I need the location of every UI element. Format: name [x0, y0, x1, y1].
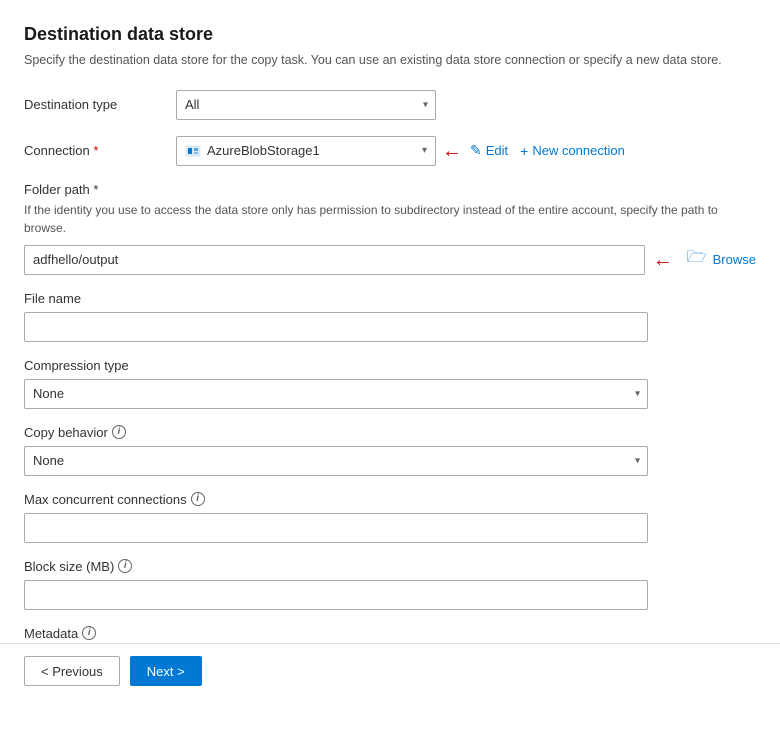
max-concurrent-info-icon: i [191, 492, 205, 506]
file-name-input[interactable] [24, 312, 648, 342]
connection-row: Connection * AzureBlobStorage1 ▾ ← [24, 136, 756, 166]
browse-folder-icon: 🗁 [687, 246, 707, 273]
block-size-info-icon: i [118, 559, 132, 573]
footer: < Previous Next > [0, 643, 780, 698]
folder-path-arrow-indicator: ← [653, 250, 673, 270]
metadata-info-icon: i [82, 626, 96, 640]
previous-button[interactable]: < Previous [24, 656, 120, 686]
blob-storage-icon [185, 143, 201, 159]
new-connection-button[interactable]: + New connection [520, 143, 625, 159]
folder-path-row: ← 🗁 Browse [24, 245, 756, 275]
previous-label: < Previous [41, 664, 103, 679]
connection-arrow-indicator: ← [442, 141, 462, 161]
folder-path-required-marker: * [90, 182, 99, 197]
edit-button[interactable]: ✎ Edit [470, 142, 508, 159]
max-concurrent-connections-label: Max concurrent connections i [24, 492, 756, 507]
folder-path-section: Folder path * If the identity you use to… [24, 182, 756, 275]
file-name-label: File name [24, 291, 756, 306]
copy-behavior-select-wrapper: None FlattenHierarchy MergeFiles Preserv… [24, 446, 648, 476]
page-title: Destination data store [24, 24, 756, 45]
browse-label: Browse [713, 252, 756, 267]
connection-row-inner: AzureBlobStorage1 ▾ ← ✎ Edit + New conne… [176, 136, 625, 166]
folder-path-label: Folder path * [24, 182, 756, 197]
block-size-section: Block size (MB) i [24, 559, 756, 610]
connection-label: Connection * [24, 143, 164, 158]
max-concurrent-connections-section: Max concurrent connections i [24, 492, 756, 543]
copy-behavior-select[interactable]: None FlattenHierarchy MergeFiles Preserv… [24, 446, 648, 476]
compression-type-select-wrapper: None gzip bzip2 deflate ZipDeflate snapp… [24, 379, 648, 409]
next-label: Next > [147, 664, 185, 679]
compression-type-select[interactable]: None gzip bzip2 deflate ZipDeflate snapp… [24, 379, 648, 409]
connection-required-marker: * [90, 143, 99, 158]
edit-label: Edit [486, 143, 508, 158]
connection-value: AzureBlobStorage1 [207, 143, 416, 158]
folder-path-description: If the identity you use to access the da… [24, 201, 756, 237]
next-button[interactable]: Next > [130, 656, 202, 686]
copy-behavior-section: Copy behavior i None FlattenHierarchy Me… [24, 425, 756, 476]
connection-select-wrapper: AzureBlobStorage1 ▾ [176, 136, 436, 166]
edit-pencil-icon: ✎ [470, 142, 482, 159]
copy-behavior-label: Copy behavior i [24, 425, 756, 440]
metadata-label: Metadata i [24, 626, 756, 641]
connection-actions: ✎ Edit + New connection [470, 142, 625, 159]
browse-button[interactable]: 🗁 Browse [687, 246, 756, 273]
compression-type-label: Compression type [24, 358, 756, 373]
destination-type-label: Destination type [24, 97, 164, 112]
destination-type-select[interactable]: All Azure Blob Storage Azure SQL Databas… [176, 90, 436, 120]
destination-type-select-wrapper: All Azure Blob Storage Azure SQL Databas… [176, 90, 436, 120]
connection-chevron-icon: ▾ [422, 145, 427, 156]
block-size-input[interactable] [24, 580, 648, 610]
new-connection-label: New connection [532, 143, 625, 158]
block-size-label: Block size (MB) i [24, 559, 756, 574]
compression-type-section: Compression type None gzip bzip2 deflate… [24, 358, 756, 409]
connection-select[interactable]: AzureBlobStorage1 ▾ [176, 136, 436, 166]
copy-behavior-info-icon: i [112, 425, 126, 439]
destination-type-row: Destination type All Azure Blob Storage … [24, 90, 756, 120]
max-concurrent-connections-input[interactable] [24, 513, 648, 543]
plus-icon: + [520, 143, 528, 159]
page-description: Specify the destination data store for t… [24, 51, 756, 70]
folder-path-input[interactable] [24, 245, 645, 275]
file-name-section: File name [24, 291, 756, 342]
metadata-section: Metadata i [24, 626, 756, 641]
